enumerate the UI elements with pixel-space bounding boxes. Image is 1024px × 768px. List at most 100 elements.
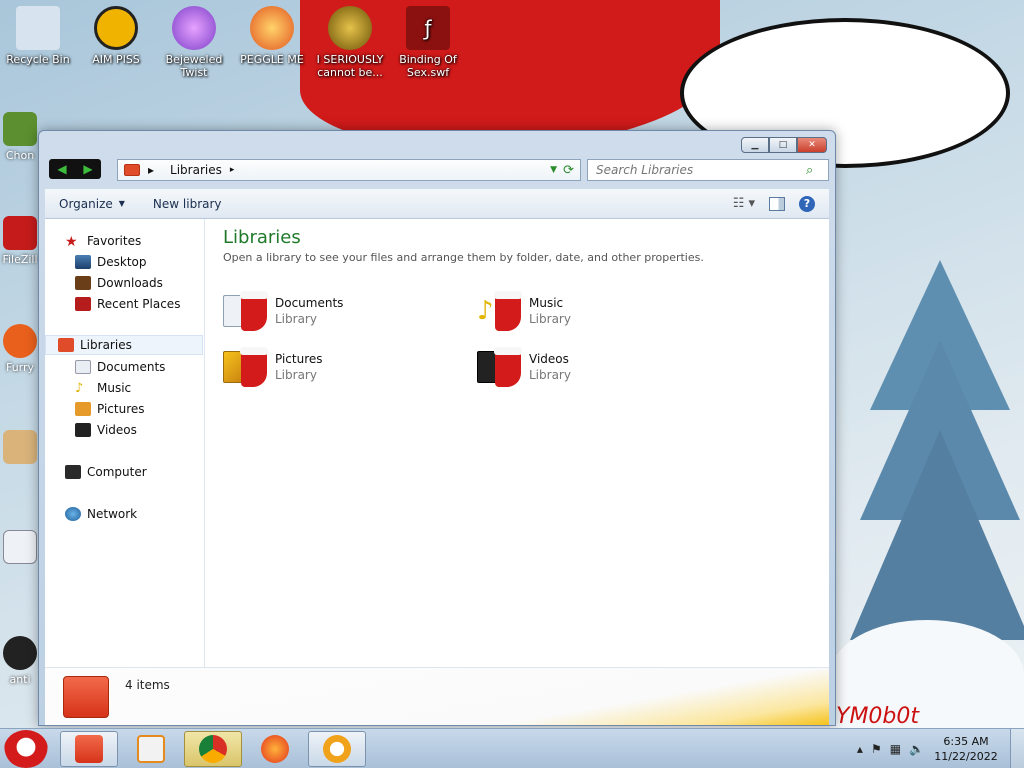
nav-label: Computer [87, 465, 147, 479]
desktop-icon-partial-6[interactable]: anti [0, 636, 40, 686]
new-library-button[interactable]: New library [139, 197, 236, 211]
videos-library-icon [475, 345, 523, 389]
taskbar-app[interactable] [308, 731, 366, 767]
network-icon [65, 507, 81, 521]
library-videos[interactable]: Videos Library [475, 343, 695, 391]
clock[interactable]: 6:35 AM 11/22/2022 [928, 734, 1004, 764]
breadcrumb-separator-icon[interactable]: ▸ [148, 163, 154, 177]
command-bar: Organize ▼ New library ☷ ▾ ? [45, 189, 829, 219]
nav-computer[interactable]: Computer [65, 462, 147, 482]
help-icon[interactable]: ? [799, 195, 815, 212]
nav-music[interactable]: ♪ Music [75, 378, 131, 398]
music-icon: ♪ [75, 381, 84, 396]
details-pane: 4 items [45, 667, 829, 725]
content-pane: Libraries Open a library to see your fil… [205, 219, 829, 667]
refresh-icon[interactable]: ⟳ [563, 163, 574, 178]
library-name: Pictures [275, 352, 323, 366]
desktop-icon-partial-3[interactable]: Furry [0, 324, 40, 374]
address-bar[interactable]: ▸ Libraries ▸ ▼ ⟳ [117, 159, 581, 181]
nav-pictures[interactable]: Pictures [75, 399, 145, 419]
taskbar-chrome[interactable] [184, 731, 242, 767]
taskbar-explorer[interactable] [60, 731, 118, 767]
libraries-icon [124, 164, 140, 176]
chrome-icon [199, 735, 227, 763]
music-library-icon: ♪ [475, 289, 523, 333]
maximize-button[interactable]: □ [769, 137, 797, 153]
desktop-icon-partial-2[interactable]: FileZill [0, 216, 40, 266]
peggle-icon [250, 6, 294, 50]
nav-downloads[interactable]: Downloads [75, 273, 163, 293]
show-desktop-button[interactable] [1010, 729, 1024, 768]
desktop-icon-partial-1[interactable]: Chon [0, 112, 40, 162]
desktop-icon-partial-5[interactable] [0, 530, 40, 567]
desktop-icon-label: Recycle Bin [6, 53, 70, 66]
library-name: Videos [529, 352, 569, 366]
nav-arrows: ◀ ▶ [49, 159, 101, 179]
nav-recent-places[interactable]: Recent Places [75, 294, 180, 314]
taskbar-media-player[interactable] [122, 731, 180, 767]
desktop-icon-aim[interactable]: AIM PISS [78, 6, 154, 66]
close-button[interactable]: ✕ [797, 137, 827, 153]
desktop-icon-label: Binding Of Sex.swf [399, 53, 457, 80]
nav-label: Downloads [97, 276, 163, 290]
nav-label: Libraries [80, 338, 132, 352]
change-view-icon[interactable]: ☷ ▾ [733, 196, 755, 211]
show-hidden-icons-icon[interactable]: ▴ [857, 742, 863, 756]
desktop-icon-partial-4[interactable] [0, 430, 40, 467]
documents-icon [75, 360, 91, 374]
library-pictures[interactable]: Pictures Library [221, 343, 441, 391]
nav-libraries[interactable]: Libraries [45, 335, 203, 355]
wallpaper-tree [850, 260, 1024, 680]
nav-videos[interactable]: Videos [75, 420, 137, 440]
search-icon[interactable]: ⌕ [806, 163, 813, 178]
library-kind: Library [529, 312, 571, 326]
library-music[interactable]: ♪ Music Library [475, 287, 695, 335]
back-arrow-icon[interactable]: ◀ [57, 162, 66, 176]
app-icon [3, 112, 37, 146]
breadcrumb-libraries[interactable]: Libraries [170, 163, 222, 177]
caption-buttons: ▁ □ ✕ [741, 137, 827, 153]
documents-library-icon [221, 289, 269, 333]
desktop-icon-bejeweled[interactable]: Bejeweled Twist [156, 6, 232, 79]
nav-favorites[interactable]: ★ Favorites [65, 231, 141, 251]
nav-label: Recent Places [97, 297, 181, 311]
clock-date: 11/22/2022 [934, 750, 998, 763]
new-library-label: New library [152, 196, 222, 211]
nav-label: Desktop [97, 255, 147, 269]
libraries-large-icon [63, 676, 109, 718]
desktop-icon-binding-swf[interactable]: ƒ Binding Of Sex.swf [390, 6, 466, 79]
explorer-icon [75, 735, 103, 763]
library-documents[interactable]: Documents Library [221, 287, 441, 335]
flag-icon[interactable]: ⚑ [871, 742, 882, 756]
taskbar-firefox[interactable] [246, 731, 304, 767]
nav-desktop[interactable]: Desktop [75, 252, 147, 272]
forward-arrow-icon[interactable]: ▶ [83, 162, 92, 176]
pictures-library-icon [221, 345, 269, 389]
home-icon [3, 430, 37, 464]
organize-button[interactable]: Organize ▼ [45, 197, 139, 211]
desktop-icon-i-seriously[interactable]: I SERIOUSLY cannot be... [312, 6, 388, 79]
start-button[interactable] [4, 730, 48, 768]
navigation-pane: ★ Favorites Desktop Downloads Recent Pla… [45, 219, 205, 667]
computer-icon [65, 465, 81, 479]
aim-icon [94, 6, 138, 50]
network-tray-icon[interactable]: ▦ [890, 742, 901, 756]
nav-label: Network [87, 507, 138, 521]
preview-pane-icon[interactable] [769, 196, 785, 211]
desktop-icon-recycle-bin[interactable]: Recycle Bin [0, 6, 76, 66]
library-kind: Library [275, 368, 317, 382]
game-icon [328, 6, 372, 50]
search-input[interactable] [596, 163, 806, 177]
taskbar: ▴ ⚑ ▦ 🔈 6:35 AM 11/22/2022 [0, 728, 1024, 768]
library-kind: Library [275, 312, 317, 326]
nav-label: Videos [97, 423, 137, 437]
desktop-icon-peggle[interactable]: PEGGLE ME [234, 6, 310, 66]
volume-icon[interactable]: 🔈 [909, 742, 924, 756]
breadcrumb-chevron-icon[interactable]: ▸ [230, 165, 235, 175]
nav-network[interactable]: Network [65, 504, 137, 524]
desktop-icon [75, 255, 91, 269]
clock-time: 6:35 AM [943, 735, 989, 748]
nav-documents[interactable]: Documents [75, 357, 165, 377]
address-dropdown-icon[interactable]: ▼ [550, 165, 557, 175]
minimize-button[interactable]: ▁ [741, 137, 769, 153]
